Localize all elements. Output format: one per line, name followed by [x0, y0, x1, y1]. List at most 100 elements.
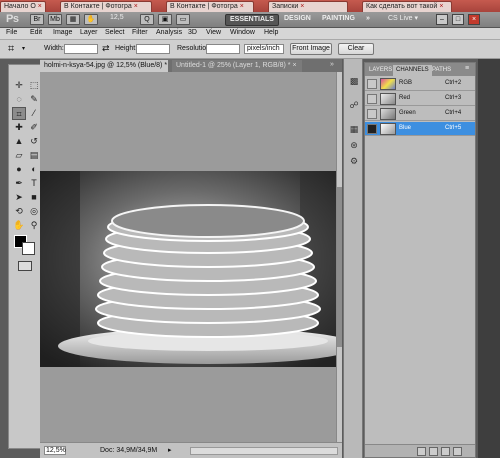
more-workspaces-chevron-icon[interactable]: » [362, 14, 374, 26]
path-selection-tool-icon[interactable]: ➤ [12, 191, 26, 204]
load-selection-icon[interactable] [417, 447, 426, 456]
maximize-icon[interactable]: □ [452, 14, 464, 25]
masks-panel-icon[interactable]: ⊛ [347, 139, 361, 152]
browser-tab[interactable]: Начало О × [0, 1, 46, 12]
minimize-icon[interactable]: – [436, 14, 448, 25]
menu-edit[interactable]: Edit [30, 29, 42, 36]
mini-bridge-icon[interactable]: Mb [48, 14, 62, 25]
blur-tool-icon[interactable]: ● [12, 163, 26, 176]
tab-paths[interactable]: PATHS [429, 65, 454, 76]
horizontal-scrollbar[interactable] [190, 447, 338, 455]
marquee-tool-icon[interactable]: ⬚ [27, 79, 41, 92]
bridge-icon[interactable]: Br [30, 14, 44, 25]
tool-preset-chevron-down-icon[interactable]: ▾ [22, 45, 25, 52]
panel-menu-icon[interactable]: ≡ [465, 65, 469, 72]
tab-channels[interactable]: CHANNELS [393, 65, 432, 76]
height-field[interactable] [136, 44, 170, 54]
browser-tab[interactable]: Как сделать вот такой × [362, 1, 452, 12]
visibility-toggle-icon[interactable] [367, 79, 377, 89]
zoom-tool-icon[interactable]: Q [140, 14, 154, 25]
brush-tool-icon[interactable]: ✐ [27, 121, 41, 134]
adjustments-panel-icon[interactable]: ☍ [347, 99, 361, 112]
hand-tool-icon[interactable]: ✋ [12, 219, 26, 232]
browser-tab[interactable]: В Контакте | Фотогра × [60, 1, 152, 12]
clone-stamp-tool-icon[interactable]: ▲ [12, 135, 26, 148]
scrollbar-thumb[interactable] [337, 187, 342, 347]
visibility-toggle-icon[interactable] [367, 109, 377, 119]
menu-layer[interactable]: Layer [80, 29, 98, 36]
document-tab-active[interactable]: holmi-n-ksya-54.jpg @ 12,5% (Blue/8) * × [40, 60, 168, 72]
cs-live-button[interactable]: CS Live ▾ [388, 14, 418, 22]
visibility-toggle-icon[interactable] [367, 94, 377, 104]
menu-select[interactable]: Select [105, 29, 124, 36]
vertical-scrollbar[interactable] [336, 72, 342, 442]
workspace-essentials[interactable]: ESSENTIALS [225, 14, 279, 26]
close-icon[interactable]: × [38, 3, 42, 10]
menu-view[interactable]: View [206, 29, 221, 36]
zoom-field[interactable]: 12,5% [44, 446, 66, 455]
quick-selection-tool-icon[interactable]: ✎ [27, 93, 41, 106]
resolution-units-select[interactable]: pixels/inch [244, 44, 284, 54]
healing-brush-tool-icon[interactable]: ✚ [12, 121, 26, 134]
close-window-icon[interactable]: × [468, 14, 480, 25]
document-tab[interactable]: Untitled-1 @ 25% (Layer 1, RGB/8) * × [172, 60, 302, 72]
close-icon[interactable]: × [439, 3, 443, 10]
close-icon[interactable]: × [292, 62, 296, 69]
eye-icon[interactable] [367, 124, 377, 134]
menu-image[interactable]: Image [53, 29, 72, 36]
move-tool-icon[interactable]: ✛ [12, 79, 26, 92]
resolution-field[interactable] [206, 44, 240, 54]
workspace-design[interactable]: DESIGN [280, 14, 315, 26]
channel-row-rgb[interactable]: RGB Ctrl+2 [365, 77, 475, 91]
document-image[interactable] [40, 171, 336, 367]
channel-row-green[interactable]: Green Ctrl+4 [365, 107, 475, 121]
lasso-tool-icon[interactable]: ◌ [12, 93, 26, 106]
new-channel-icon[interactable] [441, 447, 450, 456]
channel-row-blue[interactable]: Blue Ctrl+5 [365, 122, 475, 136]
crop-tool-icon[interactable]: ⌗ [12, 107, 26, 120]
screen-mode-icon[interactable]: ▭ [176, 14, 190, 25]
menu-3d[interactable]: 3D [188, 29, 197, 36]
arrange-documents-icon[interactable]: ▣ [158, 14, 172, 25]
menu-window[interactable]: Window [230, 29, 255, 36]
history-brush-tool-icon[interactable]: ↺ [27, 135, 41, 148]
save-selection-icon[interactable] [429, 447, 438, 456]
front-image-button[interactable]: Front Image [290, 43, 332, 55]
color-panel-icon[interactable]: ▩ [347, 75, 361, 88]
browser-tab[interactable]: Записки × [268, 1, 348, 12]
crop-tool-icon[interactable]: ⌗ [8, 43, 14, 56]
quick-mask-icon[interactable] [18, 261, 32, 271]
pen-tool-icon[interactable]: ✒ [12, 177, 26, 190]
eraser-tool-icon[interactable]: ▱ [12, 149, 26, 162]
tab-layers[interactable]: LAYERS [366, 65, 395, 76]
swap-icon[interactable]: ⇄ [102, 43, 110, 54]
close-icon[interactable]: × [134, 3, 138, 10]
zoom-tool-icon[interactable]: ⚲ [27, 219, 41, 232]
workspace-painting[interactable]: PAINTING [318, 14, 359, 26]
zoom-level[interactable]: 12,5 [110, 14, 124, 21]
menu-file[interactable]: File [6, 29, 17, 36]
channel-row-red[interactable]: Red Ctrl+3 [365, 92, 475, 106]
background-color-swatch[interactable] [22, 242, 35, 255]
close-icon[interactable]: × [240, 3, 244, 10]
menu-filter[interactable]: Filter [132, 29, 148, 36]
shape-tool-icon[interactable]: ■ [27, 191, 41, 204]
clone-source-panel-icon[interactable]: ⚙ [347, 155, 361, 168]
dodge-tool-icon[interactable]: ◐ [27, 163, 41, 176]
width-field[interactable] [64, 44, 98, 54]
eyedropper-tool-icon[interactable]: ⁄ [27, 107, 41, 120]
extras-icon[interactable]: ▦ [66, 14, 80, 25]
menu-help[interactable]: Help [264, 29, 278, 36]
gradient-tool-icon[interactable]: ▤ [27, 149, 41, 162]
trash-icon[interactable] [453, 447, 462, 456]
hand-icon[interactable]: ✋ [84, 14, 98, 25]
type-tool-icon[interactable]: T [27, 177, 41, 190]
3d-orbit-tool-icon[interactable]: ◎ [27, 205, 41, 218]
styles-panel-icon[interactable]: ▦ [347, 123, 361, 136]
clear-button[interactable]: Clear [338, 43, 374, 55]
menu-analysis[interactable]: Analysis [156, 29, 182, 36]
browser-tab[interactable]: В Контакте | Фотогра × [166, 1, 254, 12]
status-menu-chevron-icon[interactable]: ▸ [168, 446, 172, 454]
3d-rotate-tool-icon[interactable]: ⟲ [12, 205, 26, 218]
tab-overflow-icon[interactable]: » [330, 61, 334, 68]
